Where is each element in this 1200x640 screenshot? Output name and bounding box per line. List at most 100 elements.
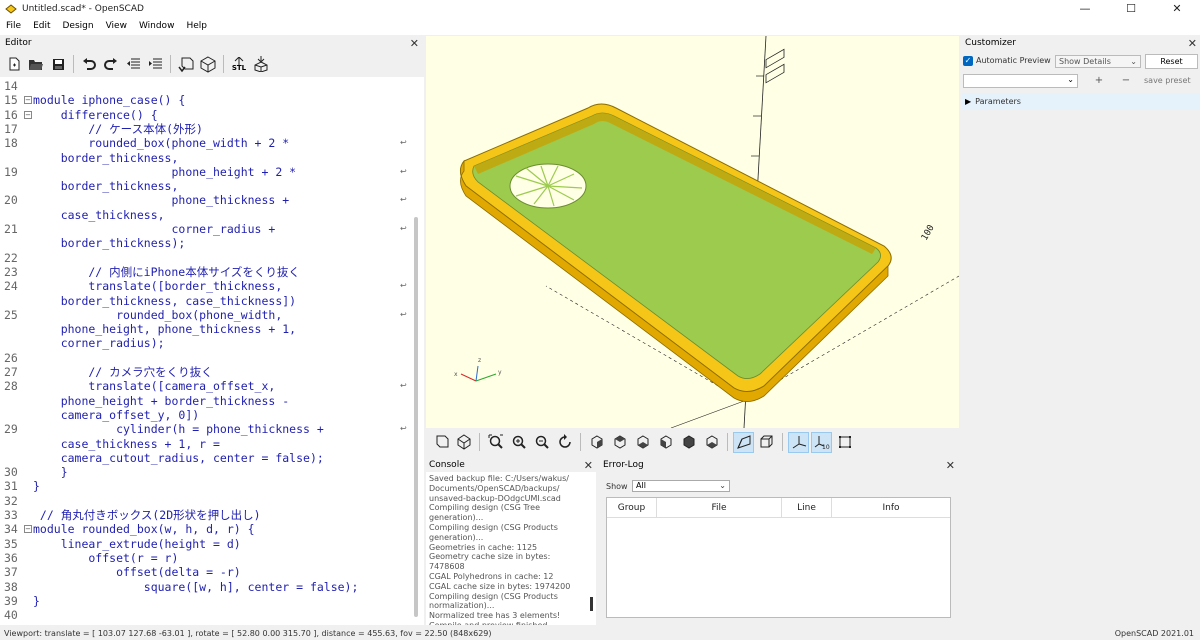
column-header-file[interactable]: File xyxy=(657,498,782,518)
error-log-table[interactable]: Group File Line Info xyxy=(606,497,951,618)
close-window-button[interactable]: ✕ xyxy=(1154,0,1200,17)
send-to-printer-icon[interactable] xyxy=(251,54,271,74)
zoom-out-icon[interactable] xyxy=(531,432,552,453)
fold-toggle-icon[interactable]: − xyxy=(24,96,32,105)
view-bottom-icon[interactable] xyxy=(632,432,653,453)
orthogonal-icon[interactable] xyxy=(756,432,777,453)
menu-view[interactable]: View xyxy=(100,17,133,35)
show-scale-markers-icon[interactable]: 10 xyxy=(811,431,832,453)
view-top-icon[interactable] xyxy=(609,432,630,453)
line-number: 15 xyxy=(4,93,18,108)
add-preset-button[interactable]: + xyxy=(1088,74,1110,88)
console-line: generation)... xyxy=(429,532,484,542)
reset-button[interactable]: Reset xyxy=(1145,54,1198,69)
console-panel-header: Console ✕ xyxy=(426,459,596,472)
render-icon[interactable] xyxy=(453,432,474,453)
menu-window[interactable]: Window xyxy=(133,17,181,35)
editor-title: Editor xyxy=(5,38,32,48)
console-title: Console xyxy=(429,460,465,470)
fold-toggle-icon[interactable]: − xyxy=(24,110,32,119)
show-edges-icon[interactable] xyxy=(834,432,855,453)
editor-scrollbar-thumb[interactable] xyxy=(414,217,418,617)
redo-icon[interactable] xyxy=(101,54,121,74)
chevron-down-icon: ⌄ xyxy=(719,481,726,490)
wrap-marker-icon: ↩ xyxy=(400,166,407,176)
code-line: cylinder(h = phone_thickness + xyxy=(33,422,324,437)
menu-file[interactable]: File xyxy=(0,17,27,35)
code-line: } xyxy=(33,465,68,480)
view-left-icon[interactable] xyxy=(655,432,676,453)
code-editor[interactable]: 14 15− module iphone_case() {16− differenc… xyxy=(0,77,410,625)
editor-close-button[interactable]: ✕ xyxy=(410,37,419,50)
reset-view-icon[interactable] xyxy=(554,432,575,453)
view-all-icon[interactable] xyxy=(485,432,506,453)
toolbar-separator xyxy=(223,55,224,73)
indent-icon[interactable] xyxy=(145,54,165,74)
customizer-close-button[interactable]: ✕ xyxy=(1188,37,1197,50)
status-bar: Viewport: translate = [ 103.07 127.68 -6… xyxy=(0,627,1200,640)
view-right-icon[interactable] xyxy=(586,432,607,453)
column-header-info[interactable]: Info xyxy=(832,498,950,518)
menu-design[interactable]: Design xyxy=(57,17,100,35)
editor-panel-header: Editor ✕ xyxy=(0,36,424,50)
preview-icon[interactable] xyxy=(176,54,196,74)
column-header-group[interactable]: Group xyxy=(607,498,657,518)
code-line: module iphone_case() { xyxy=(33,93,186,108)
menu-edit[interactable]: Edit xyxy=(27,17,56,35)
perspective-icon[interactable] xyxy=(733,431,754,453)
error-log-close-button[interactable]: ✕ xyxy=(946,459,955,472)
fold-toggle-icon[interactable]: − xyxy=(24,525,32,534)
automatic-preview-checkbox[interactable]: ✓ xyxy=(963,56,973,66)
customizer-body xyxy=(962,110,1200,625)
code-line: // 角丸付きボックス(2D形状を押し出し) xyxy=(33,508,261,522)
save-preset-button[interactable]: save preset xyxy=(1144,74,1200,88)
console-line: Compile and preview finished. xyxy=(429,621,593,625)
code-line: } xyxy=(33,479,40,494)
show-filter-select[interactable]: All ⌄ xyxy=(632,480,730,492)
menu-help[interactable]: Help xyxy=(180,17,213,35)
console-line: normalization)... xyxy=(429,601,495,611)
unindent-icon[interactable] xyxy=(123,54,143,74)
editor-toolbar: STL xyxy=(0,51,424,77)
view-toolbar: 10 xyxy=(426,430,959,454)
code-line: phone_height + border_thickness - xyxy=(33,393,290,408)
remove-preset-button[interactable]: − xyxy=(1115,74,1137,88)
console-scrollbar[interactable] xyxy=(590,597,593,611)
console-line: CGAL cache size in bytes: 1974200 xyxy=(429,581,571,591)
console-line: generation)... xyxy=(429,513,484,523)
save-icon[interactable] xyxy=(48,54,68,74)
new-file-icon[interactable] xyxy=(4,54,24,74)
console-close-button[interactable]: ✕ xyxy=(584,459,593,472)
wrap-marker-icon: ↩ xyxy=(400,138,407,148)
open-file-icon[interactable] xyxy=(26,54,46,74)
viewport-status-text: Viewport: translate = [ 103.07 127.68 -6… xyxy=(4,629,492,638)
console-line: Compiling design (CSG Products xyxy=(429,522,558,532)
render-icon[interactable] xyxy=(198,54,218,74)
minimize-button[interactable]: — xyxy=(1062,0,1108,17)
view-back-icon[interactable] xyxy=(701,432,722,453)
preview-icon[interactable] xyxy=(430,432,451,453)
column-header-line[interactable]: Line xyxy=(782,498,832,518)
code-line: offset(r = r) xyxy=(33,550,179,565)
chevron-down-icon: ⌄ xyxy=(1067,75,1074,84)
line-number: 19 xyxy=(4,164,18,179)
editor-scrollbar[interactable] xyxy=(410,77,424,625)
console-output[interactable]: Saved backup file: C:/Users/wakus/Docume… xyxy=(426,472,596,625)
zoom-in-icon[interactable] xyxy=(508,432,529,453)
console-line: Compiling design (CSG Products xyxy=(429,591,558,601)
view-front-icon[interactable] xyxy=(678,432,699,453)
maximize-button[interactable]: ☐ xyxy=(1108,0,1154,17)
stl-label: STL xyxy=(231,63,247,72)
line-number: 23 xyxy=(4,264,18,279)
preset-select[interactable]: ⌄ xyxy=(963,74,1078,88)
export-stl-icon[interactable]: STL xyxy=(229,54,249,74)
toolbar-separator xyxy=(170,55,171,73)
console-line: CGAL Polyhedrons in cache: 12 xyxy=(429,571,554,581)
3d-viewport[interactable]: 100 z x y xyxy=(426,36,959,428)
code-line: phone_height, phone_thickness + 1, xyxy=(33,322,297,337)
show-axes-icon[interactable] xyxy=(788,431,809,453)
undo-icon[interactable] xyxy=(79,54,99,74)
details-select[interactable]: Show Details ⌄ xyxy=(1055,55,1141,68)
line-number: 25 xyxy=(4,307,18,322)
parameters-group[interactable]: ▶ Parameters xyxy=(962,93,1200,110)
